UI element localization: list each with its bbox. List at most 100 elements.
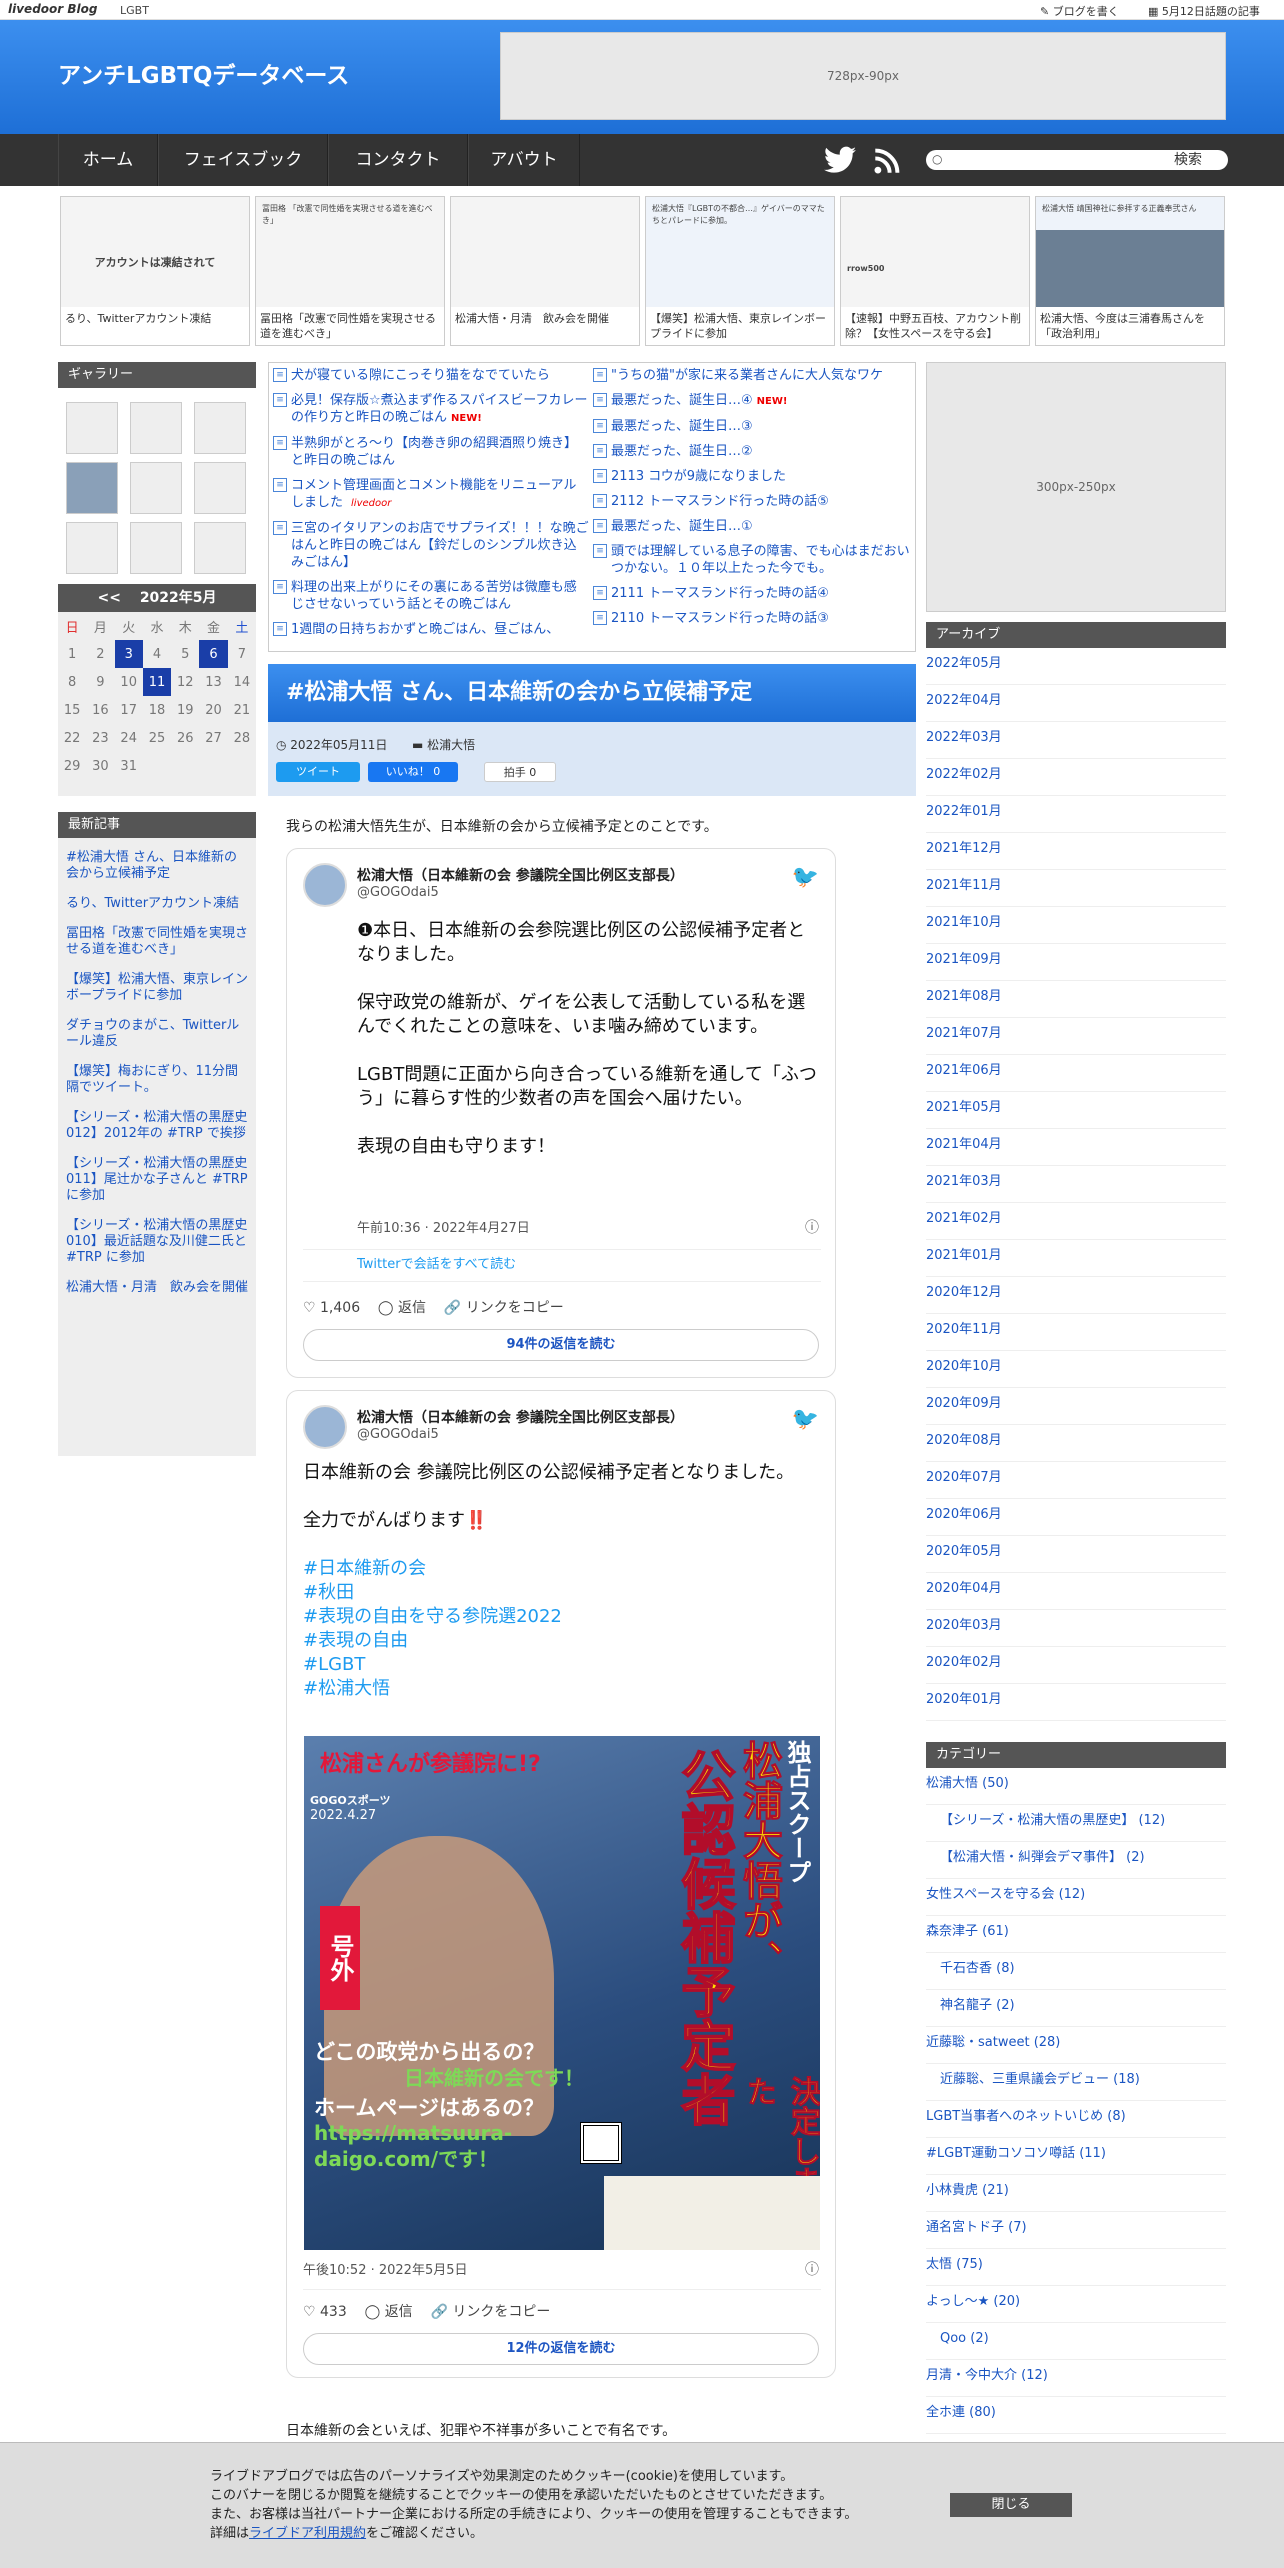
calendar-day[interactable]: 3 — [114, 640, 143, 668]
archive-link[interactable]: 2020年05月 — [926, 1544, 1002, 1559]
gallery-thumb[interactable] — [130, 522, 182, 574]
category-link[interactable]: 森奈津子 (61) — [926, 1924, 1009, 1939]
gallery-thumb[interactable] — [66, 462, 118, 514]
news-link[interactable]: コメント管理画面とコメント機能をリニューアルしました — [291, 478, 576, 510]
news-link[interactable]: 最悪だった、誕生日…② — [611, 444, 753, 459]
archive-link[interactable]: 2022年04月 — [926, 693, 1002, 708]
calendar-day[interactable]: 6 — [199, 640, 228, 668]
news-link[interactable]: 頭では理解している息子の障害、でも心はまだおいつかない。１０年以上たった今でも。 — [611, 544, 910, 576]
archive-link[interactable]: 2020年09月 — [926, 1396, 1002, 1411]
recent-post-link[interactable]: 【シリーズ・松浦大悟の黒歴史010】最近話題な及川健二氏と #TRP に参加 — [66, 1218, 248, 1266]
reply-label[interactable]: 返信 — [385, 2304, 413, 2320]
reply-icon[interactable]: ◯ — [378, 1300, 394, 1316]
news-item[interactable]: ≡ 半熟卵がとろ～り【肉巻き卵の紹興酒照り焼き】と昨日の晩ごはん — [273, 435, 589, 469]
news-item[interactable]: ≡ 頭では理解している息子の障害、でも心はまだおいつかない。１０年以上たった今でも… — [593, 543, 913, 577]
read-replies-button[interactable]: 94件の返信を読む — [303, 1329, 819, 1361]
strip-card[interactable]: 松浦大悟・月清 飲み会を開催 — [450, 196, 640, 346]
cookie-close-button[interactable]: 閉じる — [950, 2493, 1072, 2517]
archive-link[interactable]: 2020年01月 — [926, 1692, 1002, 1707]
livedoor-blog-logo[interactable]: livedoor Blog — [8, 2, 97, 16]
archive-link[interactable]: 2022年05月 — [926, 656, 1002, 671]
archive-link[interactable]: 2021年10月 — [926, 915, 1002, 930]
strip-card[interactable]: 松浦大悟『LGBTの不都合…』ゲイバーのママたちとパレードに参加。 【爆笑】松浦… — [645, 196, 835, 346]
archive-link[interactable]: 2021年07月 — [926, 1026, 1002, 1041]
news-item[interactable]: ≡ 2112 トーマスランド行った時の話⑤ — [593, 493, 913, 510]
tweet-timestamp[interactable]: 午前10:36 · 2022年4月27日 — [357, 1217, 530, 1236]
archive-link[interactable]: 2020年02月 — [926, 1655, 1002, 1670]
read-replies-button[interactable]: 12件の返信を読む — [303, 2333, 819, 2365]
nav-about[interactable]: アバウト — [468, 134, 580, 186]
write-blog-link[interactable]: ✎ ブログを書く — [1040, 3, 1119, 19]
recent-post-link[interactable]: るり、Twitterアカウント凍結 — [66, 896, 248, 912]
strip-card[interactable]: 松浦大悟 靖国神社に参拝する正義奉弐さん 松浦大悟、今度は三浦春馬さんを「政治利… — [1035, 196, 1225, 346]
news-item[interactable]: ≡ 最悪だった、誕生日…① — [593, 518, 913, 535]
heart-icon[interactable]: ♡ — [303, 2304, 316, 2320]
search-button[interactable]: 検索 — [1148, 150, 1228, 170]
category-link[interactable]: Qoo (2) — [940, 2331, 989, 2346]
archive-link[interactable]: 2021年11月 — [926, 878, 1002, 893]
tweet-share-button[interactable]: ツイート — [276, 762, 360, 782]
archive-link[interactable]: 2021年12月 — [926, 841, 1002, 856]
link-icon[interactable]: 🔗 — [444, 1300, 461, 1316]
tweet-author-name[interactable]: 松浦大悟（日本維新の会 参議院全国比例区支部長） — [357, 865, 684, 885]
archive-link[interactable]: 2021年09月 — [926, 952, 1002, 967]
category-link[interactable]: 近藤聡、三重県議会デビュー (18) — [940, 2072, 1140, 2087]
news-item[interactable]: ≡ 1週間の日持ちおかずと晩ごはん、昼ごはん、 — [273, 621, 589, 638]
recent-post-link[interactable]: ダチョウのまがこ、Twitterルール違反 — [66, 1018, 248, 1050]
post-title[interactable]: #松浦大悟 さん、日本維新の会から立候補予定 — [268, 664, 916, 722]
rss-icon[interactable] — [874, 148, 900, 178]
twitter-icon[interactable] — [824, 146, 856, 178]
category-link[interactable]: 月清・今中大介 (12) — [926, 2368, 1048, 2383]
news-link[interactable]: 1週間の日持ちおかずと晩ごはん、昼ごはん、 — [291, 622, 559, 637]
news-item[interactable]: ≡ 犬が寝ている隙にこっそり猫をなでていたら — [273, 367, 589, 384]
recent-post-link[interactable]: 【爆笑】松浦大悟、東京レインボープライドに参加 — [66, 972, 248, 1004]
twitter-bird-icon[interactable]: 🐦 — [792, 1407, 819, 1432]
recent-post-link[interactable]: 【シリーズ・松浦大悟の黒歴史011】尾辻かな子さんと #TRP に参加 — [66, 1156, 248, 1204]
news-link[interactable]: 2110 トーマスランド行った時の話③ — [611, 611, 829, 626]
reply-label[interactable]: 返信 — [398, 1300, 426, 1316]
gallery-thumb[interactable] — [130, 402, 182, 454]
news-link[interactable]: 犬が寝ている隙にこっそり猫をなでていたら — [291, 368, 550, 383]
category-link[interactable]: 【シリーズ・松浦大悟の黒歴史】 (12) — [940, 1813, 1165, 1828]
news-link[interactable]: 最悪だった、誕生日…④ — [611, 393, 753, 408]
news-item[interactable]: ≡ "うちの猫"が家に来る業者さんに大人気なワケ — [593, 367, 913, 384]
strip-card[interactable]: 冨田格 「改憲で同性婚を実現させる道を進むべき」 冨田格「改憲で同性婚を実現させ… — [255, 196, 445, 346]
category-link[interactable]: よっし～★ (20) — [926, 2294, 1020, 2309]
news-link[interactable]: 三宮のイタリアンのお店でサプライズ！！！な晩ごはんと昨日の晩ごはん【鈴だしのシン… — [291, 521, 589, 570]
tweet-line[interactable]: #表現の自由 — [303, 1629, 819, 1653]
gallery-thumb[interactable] — [194, 462, 246, 514]
recent-post-link[interactable]: 松浦大悟・月清 飲み会を開催 — [66, 1280, 248, 1296]
tweet-timestamp[interactable]: 午後10:52 · 2022年5月5日 — [303, 2259, 468, 2278]
news-item[interactable]: ≡ コメント管理画面とコメント機能をリニューアルしました livedoor — [273, 477, 589, 512]
link-icon[interactable]: 🔗 — [431, 2304, 448, 2320]
avatar[interactable] — [303, 1405, 347, 1449]
copy-link-label[interactable]: リンクをコピー — [466, 1300, 564, 1316]
category-link[interactable]: 近藤聡・satweet (28) — [926, 2035, 1060, 2050]
strip-card[interactable]: アカウントは凍結されて るり、Twitterアカウント凍結 — [60, 196, 250, 346]
category-link[interactable]: 小林貴虎 (21) — [926, 2183, 1009, 2198]
avatar[interactable] — [303, 863, 347, 907]
info-icon[interactable]: ⓘ — [805, 1217, 819, 1237]
archive-link[interactable]: 2022年03月 — [926, 730, 1002, 745]
tweet-handle[interactable]: @GOGOdai5 — [357, 1427, 439, 1442]
news-item[interactable]: ≡ 最悪だった、誕生日…③ — [593, 418, 913, 435]
embedded-tweet[interactable]: 松浦大悟（日本維新の会 参議院全国比例区支部長） @GOGOdai5 🐦 ❶本日… — [286, 848, 836, 1378]
recent-post-link[interactable]: #松浦大悟 さん、日本維新の会から立候補予定 — [66, 850, 248, 882]
news-link[interactable]: 2112 トーマスランド行った時の話⑤ — [611, 494, 829, 509]
gallery-thumb[interactable] — [130, 462, 182, 514]
news-item[interactable]: ≡ 最悪だった、誕生日…② — [593, 443, 913, 460]
archive-link[interactable]: 2020年04月 — [926, 1581, 1002, 1596]
todays-topics-link[interactable]: ▦ 5月12日話題の記事 — [1148, 3, 1260, 19]
nav-facebook[interactable]: フェイスブック — [158, 134, 328, 186]
tweet-author-name[interactable]: 松浦大悟（日本維新の会 参議院全国比例区支部長） — [357, 1407, 684, 1427]
archive-link[interactable]: 2021年03月 — [926, 1174, 1002, 1189]
search-input[interactable] — [948, 152, 1148, 168]
archive-link[interactable]: 2020年10月 — [926, 1359, 1002, 1374]
post-category[interactable]: ▬ 松浦大悟 — [412, 736, 475, 753]
news-item[interactable]: ≡ 三宮のイタリアンのお店でサプライズ！！！な晩ごはんと昨日の晩ごはん【鈴だしのシ… — [273, 520, 589, 571]
gallery-thumb[interactable] — [194, 522, 246, 574]
tweet-line[interactable]: #表現の自由を守る参院選2022 — [303, 1605, 819, 1629]
archive-link[interactable]: 2022年02月 — [926, 767, 1002, 782]
reply-icon[interactable]: ◯ — [365, 2304, 381, 2320]
archive-link[interactable]: 2021年02月 — [926, 1211, 1002, 1226]
